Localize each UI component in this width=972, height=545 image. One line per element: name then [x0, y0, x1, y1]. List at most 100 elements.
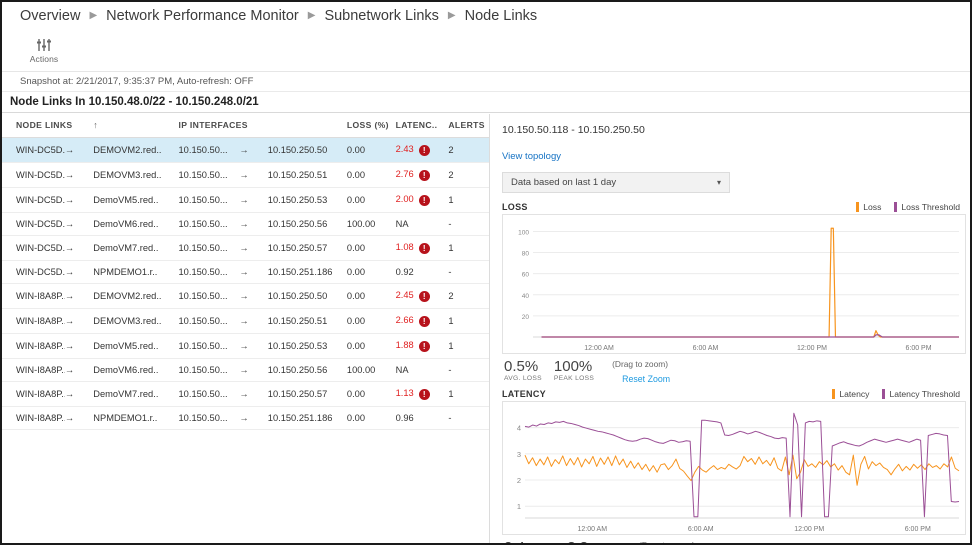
page-title: Node Links In 10.150.48.0/22 - 10.150.24… — [2, 92, 970, 113]
svg-text:12:00 PM: 12:00 PM — [794, 526, 824, 533]
legend-item-latency-threshold[interactable]: Latency Threshold — [882, 389, 960, 399]
cell-target-ip: 10.150.251.186 — [268, 261, 347, 284]
arrow-right-icon: → — [239, 334, 267, 359]
arrow-right-icon: → — [239, 138, 267, 163]
sliders-icon — [36, 38, 52, 52]
alert-exclamation-icon: ! — [419, 170, 430, 181]
table-row[interactable]: WIN-I8A8P...→DEMOVM2.red..10.150.50...→1… — [2, 284, 489, 309]
latency-section-label: LATENCY — [502, 389, 546, 399]
col-node-2-sort[interactable]: ↑ — [93, 114, 178, 138]
latency-chart[interactable]: 123412:00 AM6:00 AM12:00 PM6:00 PM — [502, 401, 966, 535]
cell-latency: 2.66! — [396, 309, 449, 334]
cell-source-ip: 10.150.50... — [179, 188, 240, 213]
cell-loss: 0.00 — [347, 309, 396, 334]
table-row[interactable]: WIN-I8A8P...→DemoVM5.red..10.150.50...→1… — [2, 334, 489, 359]
table-row[interactable]: WIN-DC5D...→DEMOVM3.red..10.150.50...→10… — [2, 163, 489, 188]
table-row[interactable]: WIN-DC5D...→DemoVM5.red..10.150.50...→10… — [2, 188, 489, 213]
peak-latency-stat: 3.3ms PEAK LATENCY — [567, 540, 621, 545]
arrow-right-icon: → — [239, 359, 267, 382]
col-node-links[interactable]: NODE LINKS — [2, 114, 65, 138]
cell-loss: 100.00 — [347, 213, 396, 236]
latency-chart-header: LATENCY Latency Latency Threshold — [502, 389, 966, 399]
breadcrumb-item-subnetwork-links[interactable]: Subnetwork Links — [324, 8, 438, 24]
arrow-right-icon: → — [65, 138, 93, 163]
col-loss[interactable]: LOSS (%) — [347, 114, 396, 138]
cell-source-node: WIN-I8A8P... — [2, 334, 65, 359]
cell-target-node: NPMDEMO1.r.. — [93, 261, 178, 284]
arrow-right-icon: → — [239, 163, 267, 188]
cell-target-ip: 10.150.250.57 — [268, 382, 347, 407]
svg-text:6:00 PM: 6:00 PM — [905, 526, 931, 533]
cell-alerts: - — [448, 213, 489, 236]
table-row[interactable]: WIN-I8A8P...→DemoVM7.red..10.150.50...→1… — [2, 382, 489, 407]
cell-alerts: - — [448, 407, 489, 430]
svg-text:60: 60 — [522, 272, 530, 279]
col-latency[interactable]: LATENC.. — [396, 114, 449, 138]
actions-button[interactable]: Actions — [20, 38, 68, 64]
table-row[interactable]: WIN-I8A8P...→DemoVM6.red..10.150.50...→1… — [2, 359, 489, 382]
cell-latency: 2.00! — [396, 188, 449, 213]
cell-target-ip: 10.150.250.51 — [268, 309, 347, 334]
npm-node-links-page: Overview ▶ Network Performance Monitor ▶… — [0, 0, 972, 545]
legend-label-loss: Loss — [863, 202, 881, 212]
arrow-right-icon: → — [239, 382, 267, 407]
arrow-right-icon: → — [239, 261, 267, 284]
cell-alerts: 1 — [448, 334, 489, 359]
cell-target-node: DemoVM7.red.. — [93, 236, 178, 261]
cell-target-ip: 10.150.250.50 — [268, 284, 347, 309]
cell-alerts: 2 — [448, 138, 489, 163]
col-alerts[interactable]: ALERTS — [448, 114, 489, 138]
time-range-select[interactable]: Data based on last 1 day ▾ — [502, 172, 730, 193]
node-links-table: NODE LINKS ↑ IP INTERFACES LOSS (%) LATE… — [2, 114, 489, 430]
loss-stats: 0.5% AVG. LOSS 100% PEAK LOSS (Drag to z… — [502, 354, 966, 389]
legend-item-latency[interactable]: Latency — [832, 389, 869, 399]
snapshot-status: Snapshot at: 2/21/2017, 9:35:37 PM, Auto… — [2, 72, 970, 92]
latency-zoom-hint: (Drag to zoom) Reset Zoom — [639, 540, 697, 545]
table-row[interactable]: WIN-DC5D...→DEMOVM2.red..10.150.50...→10… — [2, 138, 489, 163]
legend-label-latency: Latency — [839, 389, 869, 399]
table-row[interactable]: WIN-I8A8P...→NPMDEMO1.r..10.150.50...→10… — [2, 407, 489, 430]
alert-exclamation-icon: ! — [419, 316, 430, 327]
loss-chart[interactable]: 2040608010012:00 AM6:00 AM12:00 PM6:00 P… — [502, 214, 966, 354]
legend-item-loss[interactable]: Loss — [856, 202, 881, 212]
col-ip-interfaces[interactable]: IP INTERFACES — [179, 114, 240, 138]
arrow-right-icon: → — [239, 236, 267, 261]
cell-target-node: DemoVM6.red.. — [93, 359, 178, 382]
table-row[interactable]: WIN-DC5D...→NPMDEMO1.r..10.150.50...→10.… — [2, 261, 489, 284]
cell-target-ip: 10.150.250.57 — [268, 236, 347, 261]
cell-source-ip: 10.150.50... — [179, 284, 240, 309]
breadcrumb-item-overview[interactable]: Overview — [20, 8, 80, 24]
breadcrumb-item-network-performance-monitor[interactable]: Network Performance Monitor — [106, 8, 299, 24]
detail-title: 10.150.50.118 - 10.150.250.50 — [502, 124, 966, 136]
cell-source-node: WIN-DC5D... — [2, 236, 65, 261]
table-row[interactable]: WIN-DC5D...→DemoVM6.red..10.150.50...→10… — [2, 213, 489, 236]
cell-loss: 0.00 — [347, 163, 396, 188]
svg-text:6:00 AM: 6:00 AM — [688, 526, 714, 533]
cell-latency: 1.13! — [396, 382, 449, 407]
cell-source-node: WIN-DC5D... — [2, 261, 65, 284]
cell-loss: 0.00 — [347, 261, 396, 284]
breadcrumb-item-node-links[interactable]: Node Links — [465, 8, 538, 24]
peak-latency-value: 3.3ms — [567, 540, 621, 545]
cell-alerts: 2 — [448, 284, 489, 309]
latency-drag-to-zoom-text: (Drag to zoom) — [639, 540, 697, 545]
loss-drag-to-zoom-text: (Drag to zoom) — [612, 359, 670, 369]
cell-alerts: 1 — [448, 188, 489, 213]
svg-text:12:00 AM: 12:00 AM — [584, 345, 614, 352]
cell-latency: NA — [396, 359, 449, 382]
cell-source-node: WIN-I8A8P... — [2, 407, 65, 430]
cell-source-ip: 10.150.50... — [179, 382, 240, 407]
cell-latency: 2.76! — [396, 163, 449, 188]
arrow-right-icon: → — [65, 359, 93, 382]
cell-target-node: DEMOVM2.red.. — [93, 284, 178, 309]
legend-item-loss-threshold[interactable]: Loss Threshold — [894, 202, 960, 212]
alert-exclamation-icon: ! — [419, 389, 430, 400]
view-topology-link[interactable]: View topology — [502, 151, 561, 162]
avg-loss-value: 0.5% — [504, 359, 542, 375]
loss-reset-zoom-link[interactable]: Reset Zoom — [622, 374, 670, 384]
latency-chart-svg: 123412:00 AM6:00 AM12:00 PM6:00 PM — [503, 402, 965, 534]
table-row[interactable]: WIN-I8A8P...→DEMOVM3.red..10.150.50...→1… — [2, 309, 489, 334]
table-row[interactable]: WIN-DC5D...→DemoVM7.red..10.150.50...→10… — [2, 236, 489, 261]
cell-target-ip: 10.150.250.50 — [268, 138, 347, 163]
cell-target-ip: 10.150.250.56 — [268, 359, 347, 382]
